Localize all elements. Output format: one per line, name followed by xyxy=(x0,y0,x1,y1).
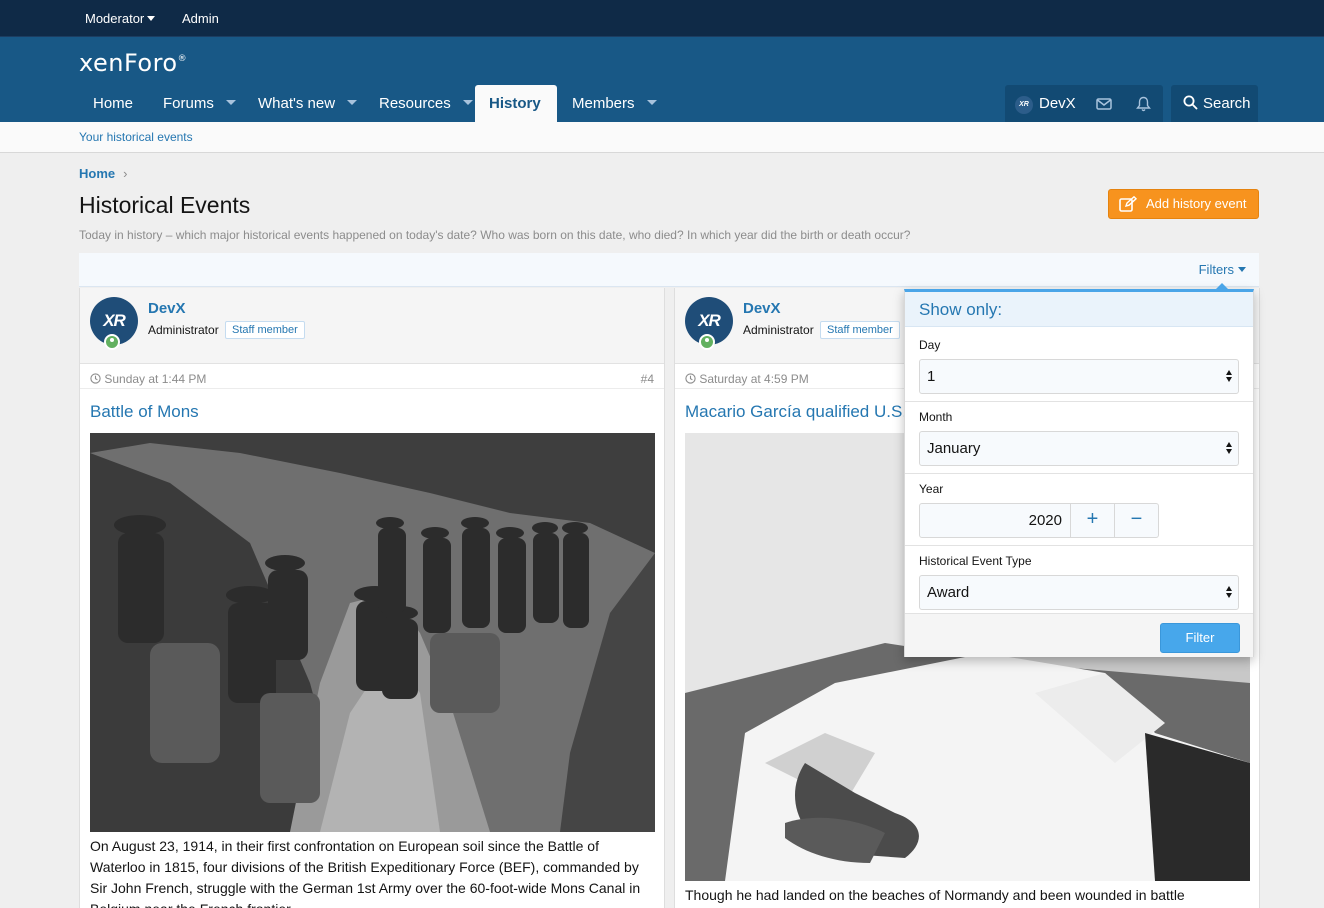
event-date[interactable]: Saturday at 4:59 PM xyxy=(685,372,809,386)
username[interactable]: DevX xyxy=(743,300,781,317)
divider xyxy=(905,401,1253,402)
menu-arrow xyxy=(1215,283,1229,290)
filters-toggle[interactable]: Filters xyxy=(1199,262,1246,277)
event-number[interactable]: #4 xyxy=(641,372,654,386)
inbox-icon[interactable] xyxy=(1096,85,1112,122)
chevron-right-icon: › xyxy=(123,166,128,181)
sub-navigation: Your historical events xyxy=(0,122,1324,153)
breadcrumb-home[interactable]: Home xyxy=(79,166,115,181)
year-label: Year xyxy=(919,482,944,496)
logo-text: xenForo xyxy=(79,49,178,77)
nav-tab-label: What's new xyxy=(258,95,336,112)
nav-tab-label: Members xyxy=(572,95,635,112)
search-button[interactable]: Search xyxy=(1171,85,1258,122)
nav-tab-label: Home xyxy=(93,95,134,112)
day-select[interactable]: 1 xyxy=(919,359,1239,394)
chevron-down-icon[interactable] xyxy=(225,100,236,105)
event-date-text: Saturday at 4:59 PM xyxy=(699,372,809,386)
chevron-down-icon[interactable] xyxy=(646,100,657,105)
page-title: Historical Events xyxy=(79,192,251,218)
filter-bar: Filters xyxy=(79,253,1259,287)
staff-badge: Staff member xyxy=(820,321,900,339)
user-title: Administrator xyxy=(148,323,219,337)
event-type-select[interactable]: Award xyxy=(919,575,1239,610)
event-date-text: Sunday at 1:44 PM xyxy=(104,372,207,386)
filters-menu-heading: Show only: xyxy=(905,292,1253,327)
site-header: xenForo® Home Forums What's new Resource… xyxy=(0,37,1324,122)
nav-tab-label: History xyxy=(489,95,541,112)
admin-link[interactable]: Admin xyxy=(182,11,219,26)
year-decrement-button[interactable]: − xyxy=(1114,503,1159,538)
user-block: XR DevX Administrator Staff member xyxy=(80,288,664,364)
nav-tab-whats-new[interactable]: What's new xyxy=(244,85,371,122)
filters-label: Filters xyxy=(1198,262,1234,277)
username[interactable]: DevX xyxy=(148,300,186,317)
month-value: January xyxy=(927,440,981,457)
divider xyxy=(905,473,1253,474)
edit-icon xyxy=(1119,196,1137,212)
event-title[interactable]: Macario García qualified U.S. xyxy=(685,402,907,422)
account-link[interactable]: XR DevX xyxy=(1015,85,1076,122)
divider xyxy=(905,545,1253,546)
staff-bar: Moderator Admin xyxy=(0,0,1324,37)
visitor-tabs: XR DevX xyxy=(1005,85,1163,122)
chevron-down-icon[interactable] xyxy=(347,100,358,105)
event-date[interactable]: Sunday at 1:44 PM xyxy=(90,372,206,386)
nav-tab-history[interactable]: History xyxy=(475,85,557,122)
nav-tab-label: Forums xyxy=(163,95,214,112)
chevron-down-icon[interactable] xyxy=(462,100,473,105)
site-logo[interactable]: xenForo® xyxy=(79,49,187,77)
filter-button[interactable]: Filter xyxy=(1160,623,1240,653)
moderator-label: Moderator xyxy=(85,11,145,26)
logo-registered-mark: ® xyxy=(177,54,188,64)
breadcrumb: Home › xyxy=(79,166,127,181)
nav-tab-members[interactable]: Members xyxy=(558,85,671,122)
user-avatar-small: XR xyxy=(1015,96,1033,114)
year-increment-button[interactable]: + xyxy=(1070,503,1115,538)
month-label: Month xyxy=(919,410,953,424)
chevron-down-icon xyxy=(147,16,156,21)
user-title: Administrator xyxy=(743,323,814,337)
moderator-menu[interactable]: Moderator xyxy=(85,11,156,26)
nav-tab-forums[interactable]: Forums xyxy=(149,85,250,122)
event-type-label: Historical Event Type xyxy=(919,554,1032,568)
nav-tab-home[interactable]: Home xyxy=(79,85,147,122)
staff-badge: Staff member xyxy=(225,321,305,339)
nav-tab-resources[interactable]: Resources xyxy=(365,85,487,122)
add-history-event-button[interactable]: Add history event xyxy=(1108,189,1259,219)
nav-tab-label: Resources xyxy=(379,95,451,112)
event-body: Though he had landed on the beaches of N… xyxy=(685,887,1185,903)
clock-icon xyxy=(685,373,696,384)
clock-icon xyxy=(90,373,101,384)
day-label: Day xyxy=(919,338,941,352)
page-description: Today in history – which major historica… xyxy=(79,228,911,242)
event-photo[interactable] xyxy=(90,433,655,832)
event-type-value: Award xyxy=(927,584,970,601)
chevron-down-icon xyxy=(1238,267,1246,272)
event-card: XR DevX Administrator Staff member Sunda… xyxy=(79,288,665,908)
your-historical-events-link[interactable]: Your historical events xyxy=(79,130,193,144)
search-label: Search xyxy=(1203,95,1251,112)
search-icon xyxy=(1183,95,1198,110)
day-value: 1 xyxy=(927,368,936,385)
add-button-label: Add history event xyxy=(1146,196,1247,211)
online-status-icon xyxy=(104,334,120,350)
event-title[interactable]: Battle of Mons xyxy=(90,402,199,422)
year-input[interactable]: 2020 xyxy=(919,503,1071,538)
online-status-icon xyxy=(699,334,715,350)
filters-menu: Show only: Day 1 Month January Year 2020… xyxy=(904,283,1254,657)
bell-icon[interactable] xyxy=(1136,85,1151,122)
account-username: DevX xyxy=(1039,95,1076,112)
divider xyxy=(80,388,664,389)
event-body: On August 23, 1914, in their first confr… xyxy=(90,838,641,908)
month-select[interactable]: January xyxy=(919,431,1239,466)
